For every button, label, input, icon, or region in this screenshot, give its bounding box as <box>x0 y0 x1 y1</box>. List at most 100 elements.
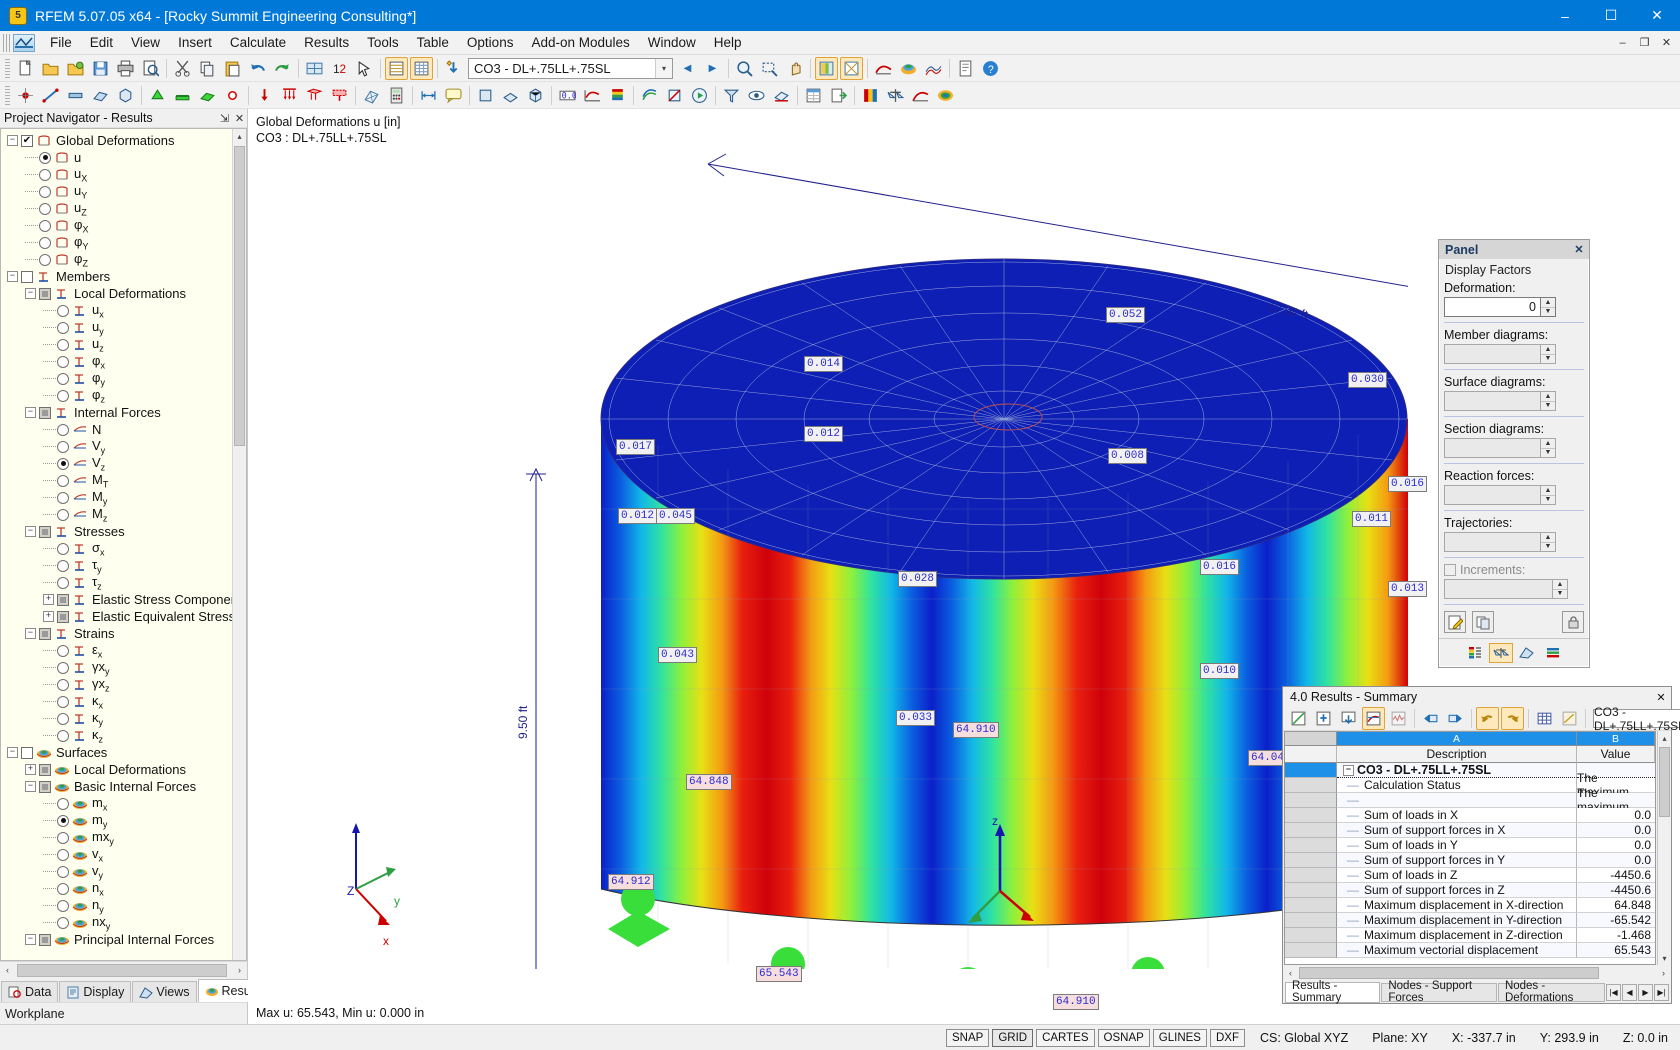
tree-radio[interactable] <box>57 474 69 487</box>
navigator-tree-item[interactable]: mxy <box>1 829 246 846</box>
table-row-header[interactable] <box>1285 763 1337 778</box>
tree-checkbox-partial[interactable] <box>39 933 51 946</box>
surface-support-icon[interactable] <box>196 84 219 107</box>
collapse-icon[interactable]: − <box>25 628 36 639</box>
collapse-icon[interactable]: − <box>25 781 36 792</box>
visibility-icon[interactable] <box>745 84 768 107</box>
expand-icon[interactable]: + <box>25 764 36 775</box>
menu-insert[interactable]: Insert <box>169 32 221 53</box>
tree-radio[interactable] <box>57 389 69 402</box>
display-factor-spinner[interactable]: ▲ ▼ <box>1444 485 1556 505</box>
spin-up-icon[interactable]: ▲ <box>1541 486 1555 496</box>
navigator-vertical-scrollbar[interactable]: ▴ <box>232 129 246 960</box>
table-row[interactable]: — Maximum displacement in Y-direction -65.… <box>1285 913 1655 928</box>
table-undo-icon[interactable] <box>1476 707 1499 730</box>
spin-buttons[interactable]: ▲ ▼ <box>1540 438 1556 458</box>
navigator-tree-item[interactable]: − Strains <box>1 625 246 642</box>
spin-down-icon[interactable]: ▼ <box>1541 496 1555 505</box>
spin-buttons[interactable]: ▲ ▼ <box>1540 485 1556 505</box>
solid-icon[interactable] <box>114 84 137 107</box>
render-colors-icon[interactable] <box>815 56 838 80</box>
tab-nodes-support-forces[interactable]: Nodes - Support Forces <box>1381 980 1497 1004</box>
navigator-tree-item[interactable]: ux <box>1 302 246 319</box>
table-row-header[interactable] <box>1285 838 1337 853</box>
navigator-tree-item[interactable]: + Elastic Stress Components <box>1 591 246 608</box>
help-icon[interactable]: ? <box>979 57 1002 80</box>
tree-radio[interactable] <box>57 797 69 810</box>
tree-radio[interactable] <box>57 542 69 555</box>
spin-buttons[interactable]: ▲ ▼ <box>1540 297 1556 317</box>
navigator-tree-item[interactable]: φx <box>1 353 246 370</box>
navigator-tree-item[interactable]: + Local Deformations <box>1 761 246 778</box>
table-cell-description[interactable]: — Maximum displacement in X-direction <box>1337 898 1577 913</box>
increments-value[interactable] <box>1444 579 1552 599</box>
display-factor-value[interactable] <box>1444 485 1540 505</box>
navigator-tree-item[interactable]: Mz <box>1 506 246 523</box>
nodal-load-icon[interactable] <box>253 84 276 107</box>
tree-radio[interactable] <box>57 848 69 861</box>
cut-icon[interactable] <box>171 57 194 80</box>
navigator-tab-display[interactable]: Display <box>59 981 132 1002</box>
deformation-scale-icon[interactable] <box>909 84 932 107</box>
menu-addon-modules[interactable]: Add-on Modules <box>522 32 638 53</box>
results-vscroll-thumb[interactable] <box>1659 747 1670 817</box>
collapse-icon[interactable]: − <box>25 526 36 537</box>
display-factor-spinner[interactable]: ▲ ▼ <box>1444 344 1556 364</box>
tree-radio[interactable] <box>57 423 69 436</box>
navigator-tree-item[interactable]: − Basic Internal Forces <box>1 778 246 795</box>
results-toolbar-grip[interactable] <box>5 85 10 105</box>
menu-file[interactable]: File <box>41 32 81 53</box>
tree-radio[interactable] <box>57 559 69 572</box>
status-toggle-glines[interactable]: GLINES <box>1152 1028 1207 1047</box>
surface-icon-tb[interactable] <box>89 84 112 107</box>
tree-checkbox-checked[interactable]: ✔ <box>21 134 33 147</box>
tree-radio[interactable] <box>57 865 69 878</box>
navigator-tree-item[interactable]: γxz <box>1 676 246 693</box>
navigator-tree-item[interactable]: τy <box>1 557 246 574</box>
nav-first-button[interactable]: |◀ <box>1606 983 1621 1001</box>
table-row-header[interactable] <box>1285 913 1337 928</box>
tree-checkbox-partial[interactable] <box>57 593 69 606</box>
spin-down-icon[interactable]: ▼ <box>1541 355 1555 364</box>
tree-radio[interactable] <box>39 185 51 198</box>
color-spectrum-icon[interactable] <box>606 84 629 107</box>
table-settings-icon[interactable] <box>1287 707 1310 730</box>
navigator-tree-item[interactable]: uZ <box>1 200 246 217</box>
isoline-icon[interactable] <box>922 57 945 80</box>
open-recent-icon[interactable] <box>64 57 87 80</box>
table-row-header[interactable] <box>1285 898 1337 913</box>
result-colors-icon[interactable] <box>934 84 957 107</box>
increments-checkbox[interactable] <box>1444 564 1456 576</box>
table-cell-description[interactable]: — Maximum vectorial displacement <box>1337 943 1577 958</box>
navigator-scroll-thumb[interactable] <box>234 146 245 446</box>
tree-checkbox-partial[interactable] <box>39 780 51 793</box>
tree-radio[interactable] <box>57 882 69 895</box>
increments-checkbox-row[interactable]: Increments: <box>1444 563 1584 577</box>
tree-checkbox[interactable] <box>21 746 33 759</box>
lock-icon[interactable] <box>1562 611 1584 633</box>
chevron-down-icon[interactable]: ▾ <box>655 58 672 78</box>
tree-radio[interactable] <box>57 304 69 317</box>
table-row[interactable]: — Maximum displacement in Z-direction -1.4… <box>1285 928 1655 943</box>
prev-load-case-icon[interactable]: ◀ <box>676 57 699 80</box>
table-row-header[interactable] <box>1285 943 1337 958</box>
menu-table[interactable]: Table <box>408 32 458 53</box>
mdi-minimize-button[interactable]: ‒ <box>1613 34 1632 51</box>
table-cell-value[interactable]: -1.468 <box>1577 928 1655 943</box>
tree-radio[interactable] <box>57 712 69 725</box>
rfem-menu-icon[interactable] <box>13 33 35 52</box>
menu-tools[interactable]: Tools <box>358 32 408 53</box>
deformation-display-icon[interactable] <box>872 57 895 80</box>
results-vscroll-track[interactable] <box>1658 745 1671 951</box>
navigator-tab-data[interactable]: Data <box>1 981 59 1002</box>
navigator-tree-item[interactable]: φX <box>1 217 246 234</box>
mdi-close-button[interactable]: ✕ <box>1657 34 1676 51</box>
results-grid-vertical-scrollbar[interactable]: ▴ ▾ <box>1657 731 1671 965</box>
table-row[interactable]: — Sum of support forces in Y 0.0 <box>1285 853 1655 868</box>
navigator-tree-item[interactable]: γxy <box>1 659 246 676</box>
tree-radio-selected[interactable] <box>57 814 69 827</box>
collapse-icon[interactable]: − <box>7 135 18 146</box>
ruler-icon[interactable] <box>1515 643 1539 663</box>
view-zoom-all-icon[interactable] <box>733 57 756 80</box>
navigator-tree-item[interactable]: σx <box>1 540 246 557</box>
